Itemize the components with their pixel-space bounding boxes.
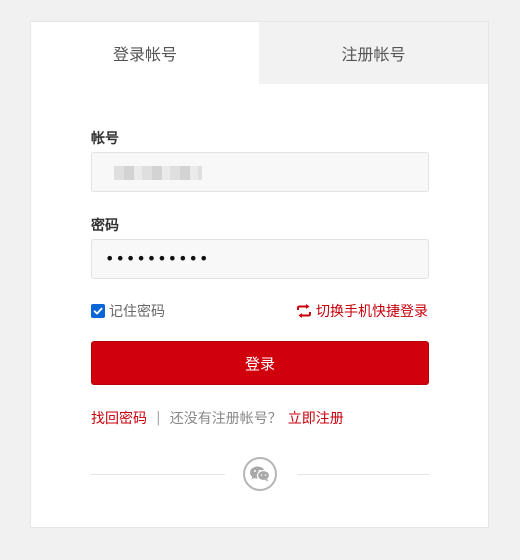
divider-right — [297, 474, 429, 475]
remember-password: 记住密码 — [91, 301, 165, 321]
username-input[interactable] — [91, 152, 429, 192]
register-now-link[interactable]: 立即注册 — [288, 408, 344, 428]
recover-password-link[interactable]: 找回密码 — [91, 408, 147, 428]
checkmark-icon — [93, 307, 103, 315]
bottom-links: 找回密码 | 还没有注册帐号？ 立即注册 — [91, 408, 344, 428]
login-card: 登录帐号 注册帐号 帐号 密码 •••••••••• 记住密码 切换手机快捷登录… — [30, 21, 489, 528]
no-account-text: 还没有注册帐号？ — [169, 411, 282, 427]
password-value: •••••••••• — [105, 249, 210, 268]
remember-checkbox[interactable] — [91, 304, 105, 318]
switch-mobile-login-link[interactable]: 切换手机快捷登录 — [296, 301, 428, 321]
tab-register[interactable]: 注册帐号 — [259, 22, 488, 84]
username-label: 帐号 — [91, 131, 119, 147]
wechat-login-button[interactable] — [243, 457, 277, 491]
wechat-icon — [250, 466, 271, 482]
tab-login[interactable]: 登录帐号 — [31, 22, 259, 84]
remember-label[interactable]: 记住密码 — [109, 301, 165, 321]
password-input[interactable]: •••••••••• — [91, 239, 429, 279]
refresh-icon — [297, 304, 311, 318]
password-label: 密码 — [91, 218, 119, 234]
tab-bar: 登录帐号 注册帐号 — [31, 22, 488, 84]
switch-mobile-label: 切换手机快捷登录 — [316, 304, 428, 320]
link-separator: | — [156, 410, 161, 426]
divider-left — [91, 474, 225, 475]
login-button[interactable]: 登录 — [91, 341, 429, 385]
username-value-blurred — [114, 166, 202, 180]
